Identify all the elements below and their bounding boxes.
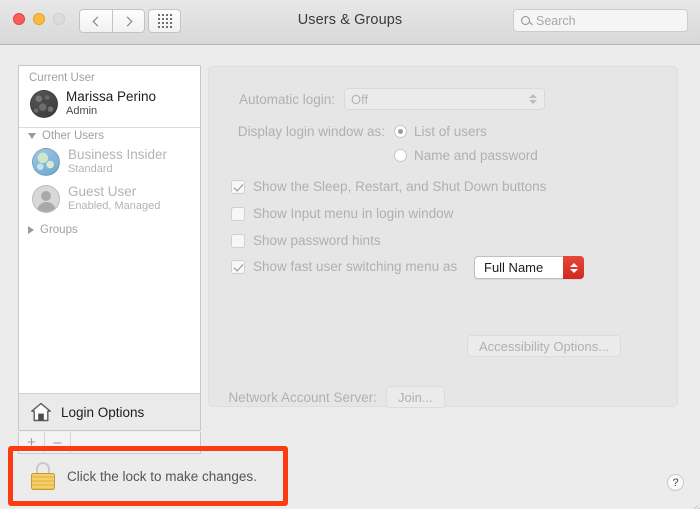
- radio-list-of-users[interactable]: List of users: [394, 124, 487, 139]
- sidebar-item-current-user[interactable]: Marissa Perino Admin: [19, 86, 200, 123]
- checkbox-icon: [231, 179, 245, 194]
- user-name: Business Insider: [68, 147, 168, 162]
- checkbox-label: Show password hints: [253, 233, 381, 248]
- checkbox-label: Show the Sleep, Restart, and Shut Down b…: [253, 179, 547, 194]
- checkbox-label: Show Input menu in login window: [253, 206, 454, 221]
- fast-user-switching-value: Full Name: [484, 260, 544, 275]
- radio-name-and-password[interactable]: Name and password: [394, 148, 538, 163]
- earth-avatar-icon: [32, 147, 60, 176]
- checkbox-icon: [231, 206, 245, 221]
- login-options-panel: Automatic login: Off Display login windo…: [208, 66, 678, 408]
- user-name: Guest User: [68, 184, 137, 199]
- checkbox-icon: [231, 259, 245, 274]
- window-titlebar: Users & Groups Search: [0, 0, 700, 45]
- radio-label: Name and password: [414, 148, 538, 163]
- moon-avatar-icon: [30, 89, 58, 118]
- display-login-window-label: Display login window as:: [237, 124, 385, 139]
- checkbox-show-sleep-restart-shutdown[interactable]: Show the Sleep, Restart, and Shut Down b…: [231, 179, 546, 194]
- home-icon: [30, 402, 52, 422]
- current-user-header: Current User: [29, 72, 95, 84]
- groups-label: Groups: [40, 224, 78, 236]
- person-avatar-icon: [32, 184, 60, 213]
- checkbox-icon: [231, 233, 245, 248]
- radio-button-icon: [394, 149, 407, 162]
- disclosure-triangle-right-icon: [28, 226, 34, 234]
- users-sidebar: Current User Marissa Perino Admin Other …: [18, 65, 201, 431]
- display-login-window-row: Display login window as: List of users: [225, 124, 487, 139]
- groups-header[interactable]: Groups: [19, 222, 200, 238]
- disclosure-triangle-down-icon: [28, 133, 36, 139]
- sidebar-item-guest-user[interactable]: Guest User Enabled, Managed: [19, 181, 200, 218]
- radio-button-icon: [394, 125, 407, 138]
- checkbox-show-fast-user-switching[interactable]: Show fast user switching menu as: [231, 259, 457, 274]
- annotation-highlight-box: [8, 446, 288, 506]
- help-button[interactable]: ?: [667, 474, 684, 491]
- stepper-chevrons-icon: [563, 256, 584, 279]
- automatic-login-label: Automatic login:: [238, 91, 335, 107]
- resize-grip-icon[interactable]: [687, 496, 700, 509]
- network-account-server-label: Network Account Server:: [228, 389, 377, 405]
- search-placeholder: Search: [536, 13, 576, 28]
- network-account-server-row: Network Account Server: Join...: [225, 386, 445, 408]
- automatic-login-row: Automatic login: Off: [225, 88, 545, 110]
- automatic-login-value: Off: [351, 91, 369, 107]
- checkbox-show-password-hints[interactable]: Show password hints: [231, 233, 381, 248]
- user-role: Enabled, Managed: [68, 200, 161, 212]
- fast-user-switching-dropdown[interactable]: Full Name: [474, 256, 584, 279]
- stepper-chevrons-icon: [529, 94, 537, 104]
- search-field[interactable]: Search: [513, 9, 688, 32]
- other-users-label: Other Users: [42, 130, 104, 142]
- login-options-label: Login Options: [61, 404, 145, 420]
- checkbox-label: Show fast user switching menu as: [253, 259, 458, 274]
- sidebar-item-business-insider[interactable]: Business Insider Standard: [19, 144, 200, 181]
- user-role: Standard: [68, 163, 113, 175]
- sidebar-item-login-options[interactable]: Login Options: [19, 393, 200, 430]
- accessibility-options-label: Accessibility Options...: [467, 335, 622, 357]
- search-icon: [521, 16, 530, 25]
- checkbox-show-input-menu[interactable]: Show Input menu in login window: [231, 206, 453, 221]
- current-user-name: Marissa Perino: [66, 89, 157, 104]
- join-button[interactable]: Join...: [386, 386, 445, 408]
- current-user-role: Admin: [66, 105, 98, 117]
- radio-label: List of users: [414, 124, 487, 139]
- automatic-login-dropdown[interactable]: Off: [344, 88, 545, 110]
- system-preferences-window: Users & Groups Search Current User Maris…: [0, 0, 700, 509]
- other-users-header[interactable]: Other Users: [19, 128, 200, 144]
- accessibility-options-button[interactable]: Accessibility Options...: [467, 335, 622, 357]
